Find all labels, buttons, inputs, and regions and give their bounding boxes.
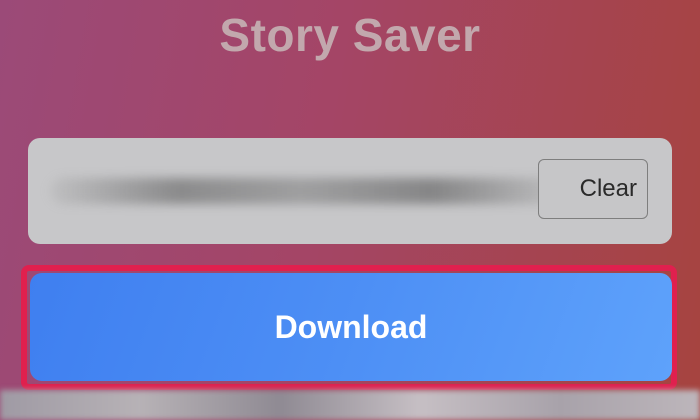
blurred-bottom-content bbox=[0, 390, 700, 420]
download-button[interactable]: Download bbox=[30, 273, 672, 381]
url-input-card: Clear bbox=[28, 138, 672, 244]
url-input-field[interactable] bbox=[50, 178, 560, 204]
app-title: Story Saver bbox=[219, 9, 481, 61]
clear-button[interactable]: Clear bbox=[538, 159, 648, 219]
